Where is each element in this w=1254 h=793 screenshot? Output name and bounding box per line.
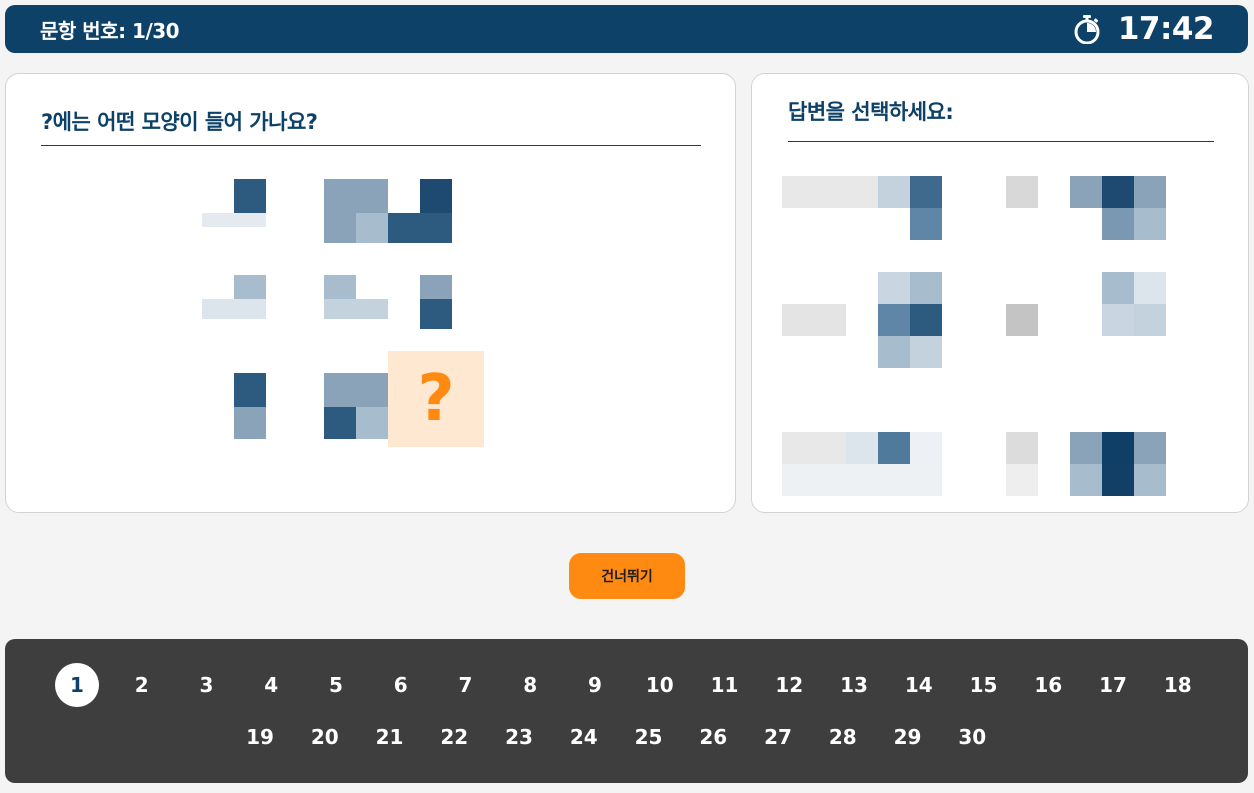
pattern-cell bbox=[292, 255, 388, 351]
nav-item-11[interactable]: 11 bbox=[703, 663, 747, 707]
nav-item-22[interactable]: 22 bbox=[432, 715, 476, 759]
nav-row-2: 19 20 21 22 23 24 25 26 27 28 29 30 bbox=[238, 715, 1015, 759]
nav-item-3[interactable]: 3 bbox=[185, 663, 229, 707]
nav-item-17[interactable]: 17 bbox=[1091, 663, 1135, 707]
answer-option-3[interactable] bbox=[782, 272, 942, 368]
pattern-cell bbox=[196, 159, 292, 255]
pattern-cell bbox=[292, 351, 388, 447]
pattern-cell bbox=[388, 255, 484, 351]
pattern-cell bbox=[292, 159, 388, 255]
nav-row-1: 1 2 3 4 5 6 7 8 9 10 11 12 13 14 15 16 1… bbox=[55, 663, 1221, 707]
pattern-grid: ? bbox=[196, 159, 484, 447]
nav-item-25[interactable]: 25 bbox=[627, 715, 671, 759]
timer: 17:42 bbox=[1074, 11, 1215, 47]
nav-item-10[interactable]: 10 bbox=[638, 663, 682, 707]
timer-text: 17:42 bbox=[1117, 11, 1215, 47]
nav-item-12[interactable]: 12 bbox=[767, 663, 811, 707]
nav-item-4[interactable]: 4 bbox=[249, 663, 293, 707]
nav-item-8[interactable]: 8 bbox=[508, 663, 552, 707]
header-bar: 문항 번호: 1/30 17:42 bbox=[5, 5, 1248, 53]
answer-option-4[interactable] bbox=[1006, 272, 1166, 368]
nav-item-24[interactable]: 24 bbox=[562, 715, 606, 759]
answer-option-1[interactable] bbox=[782, 144, 942, 240]
nav-item-2[interactable]: 2 bbox=[120, 663, 164, 707]
answers-card: 답변을 선택하세요: bbox=[751, 73, 1249, 513]
nav-item-5[interactable]: 5 bbox=[314, 663, 358, 707]
question-number: 문항 번호: 1/30 bbox=[40, 18, 180, 43]
nav-item-29[interactable]: 29 bbox=[886, 715, 930, 759]
missing-cell: ? bbox=[388, 351, 484, 447]
nav-item-30[interactable]: 30 bbox=[950, 715, 994, 759]
pattern-cell bbox=[196, 255, 292, 351]
nav-item-13[interactable]: 13 bbox=[832, 663, 876, 707]
divider bbox=[788, 141, 1214, 142]
pattern-cell bbox=[196, 351, 292, 447]
nav-item-27[interactable]: 27 bbox=[756, 715, 800, 759]
nav-item-15[interactable]: 15 bbox=[962, 663, 1006, 707]
divider bbox=[41, 145, 701, 146]
nav-item-6[interactable]: 6 bbox=[379, 663, 423, 707]
missing-question-mark: ? bbox=[417, 362, 455, 436]
answer-option-6[interactable] bbox=[1006, 400, 1166, 496]
nav-item-9[interactable]: 9 bbox=[573, 663, 617, 707]
nav-item-16[interactable]: 16 bbox=[1026, 663, 1070, 707]
nav-item-19[interactable]: 19 bbox=[238, 715, 282, 759]
nav-item-14[interactable]: 14 bbox=[897, 663, 941, 707]
nav-item-18[interactable]: 18 bbox=[1156, 663, 1200, 707]
question-navigation: 1 2 3 4 5 6 7 8 9 10 11 12 13 14 15 16 1… bbox=[5, 639, 1248, 783]
nav-item-20[interactable]: 20 bbox=[303, 715, 347, 759]
answer-options bbox=[782, 144, 1166, 496]
nav-item-23[interactable]: 23 bbox=[497, 715, 541, 759]
answer-option-2[interactable] bbox=[1006, 144, 1166, 240]
answers-prompt: 답변을 선택하세요: bbox=[788, 100, 954, 124]
nav-item-28[interactable]: 28 bbox=[821, 715, 865, 759]
skip-button[interactable]: 건너뛰기 bbox=[569, 553, 685, 599]
pattern-cell bbox=[388, 159, 484, 255]
nav-item-1[interactable]: 1 bbox=[55, 663, 99, 707]
nav-item-7[interactable]: 7 bbox=[444, 663, 488, 707]
question-prompt: ?에는 어떤 모양이 들어 가나요? bbox=[41, 110, 318, 134]
nav-item-26[interactable]: 26 bbox=[691, 715, 735, 759]
stopwatch-icon bbox=[1074, 15, 1100, 44]
nav-item-21[interactable]: 21 bbox=[368, 715, 412, 759]
answer-option-5[interactable] bbox=[782, 400, 942, 496]
question-card: ?에는 어떤 모양이 들어 가나요? ? bbox=[5, 73, 736, 513]
